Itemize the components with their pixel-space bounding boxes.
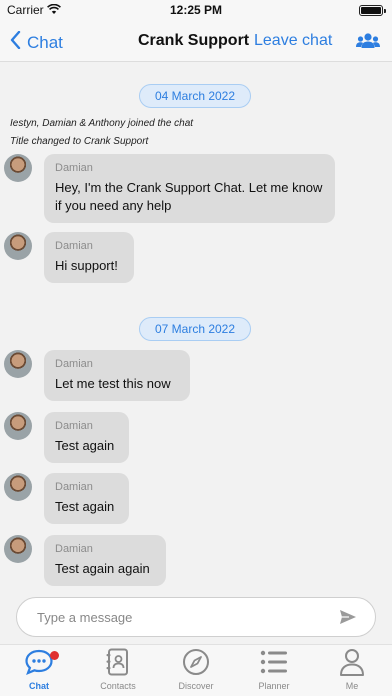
avatar[interactable] xyxy=(4,350,32,378)
message-sender: Damian xyxy=(55,420,93,432)
message-sender: Damian xyxy=(55,481,93,493)
message-sender: Damian xyxy=(55,543,93,555)
message-sender: Damian xyxy=(55,358,93,370)
clock: 12:25 PM xyxy=(169,3,223,17)
person-icon xyxy=(339,648,365,681)
back-label: Chat xyxy=(27,32,63,52)
tab-label: Contacts xyxy=(100,681,136,691)
message-bubble[interactable]: Damian Hey, I'm the Crank Support Chat. … xyxy=(44,154,335,223)
status-bar: Carrier 12:25 PM xyxy=(0,0,392,22)
message-text: Hey, I'm the Crank Support Chat. Let me … xyxy=(55,180,323,213)
send-icon[interactable] xyxy=(339,609,357,630)
message-field[interactable] xyxy=(16,597,376,637)
system-message: Title changed to Crank Support xyxy=(10,136,149,147)
contacts-book-icon xyxy=(106,648,130,681)
message-text: Test again again xyxy=(55,561,150,576)
message-input[interactable] xyxy=(37,598,327,636)
tab-contacts[interactable]: Contacts xyxy=(83,648,153,691)
message-bubble[interactable]: Damian Test again again xyxy=(44,535,166,586)
chat-message-list[interactable]: 04 March 2022 Iestyn, Damian & Anthony j… xyxy=(0,62,392,592)
chevron-left-icon xyxy=(10,30,21,54)
message-text: Hi support! xyxy=(55,258,118,273)
compass-icon xyxy=(182,648,210,681)
avatar[interactable] xyxy=(4,473,32,501)
message-bubble[interactable]: Damian Let me test this now xyxy=(44,350,190,401)
tab-label: Discover xyxy=(178,681,214,691)
leave-chat-button[interactable]: Leave chat xyxy=(254,32,332,50)
notification-badge xyxy=(50,651,59,660)
avatar[interactable] xyxy=(4,154,32,182)
group-members-icon[interactable] xyxy=(356,31,380,56)
message-sender: Damian xyxy=(55,240,93,252)
date-divider: 04 March 2022 xyxy=(139,84,251,108)
avatar[interactable] xyxy=(4,535,32,563)
message-bubble[interactable]: Damian Hi support! xyxy=(44,232,134,283)
date-divider: 07 March 2022 xyxy=(139,317,251,341)
message-text: Test again xyxy=(55,438,115,453)
system-message: Iestyn, Damian & Anthony joined the chat xyxy=(10,118,194,129)
message-bubble[interactable]: Damian Test again xyxy=(44,412,129,463)
tab-label: Chat xyxy=(29,681,49,691)
message-bubble[interactable]: Damian Test again xyxy=(44,473,129,524)
tab-chat[interactable]: Chat xyxy=(4,649,74,691)
back-button[interactable]: Chat xyxy=(10,30,63,54)
navigation-bar: Chat Crank Support Leave chat xyxy=(0,22,392,62)
avatar[interactable] xyxy=(4,232,32,260)
page-title: Crank Support xyxy=(138,32,250,49)
message-composer xyxy=(0,592,392,644)
message-sender: Damian xyxy=(55,162,93,174)
tab-planner[interactable]: Planner xyxy=(239,649,309,691)
tab-bar: Chat Contacts Discover Planner Me xyxy=(0,644,392,696)
battery-icon xyxy=(359,5,386,16)
list-icon xyxy=(260,649,288,680)
tab-label: Planner xyxy=(258,681,290,691)
tab-me[interactable]: Me xyxy=(317,648,387,691)
tab-label: Me xyxy=(345,681,359,691)
tab-discover[interactable]: Discover xyxy=(161,648,231,691)
avatar[interactable] xyxy=(4,412,32,440)
message-text: Let me test this now xyxy=(55,376,171,391)
message-text: Test again xyxy=(55,499,115,514)
